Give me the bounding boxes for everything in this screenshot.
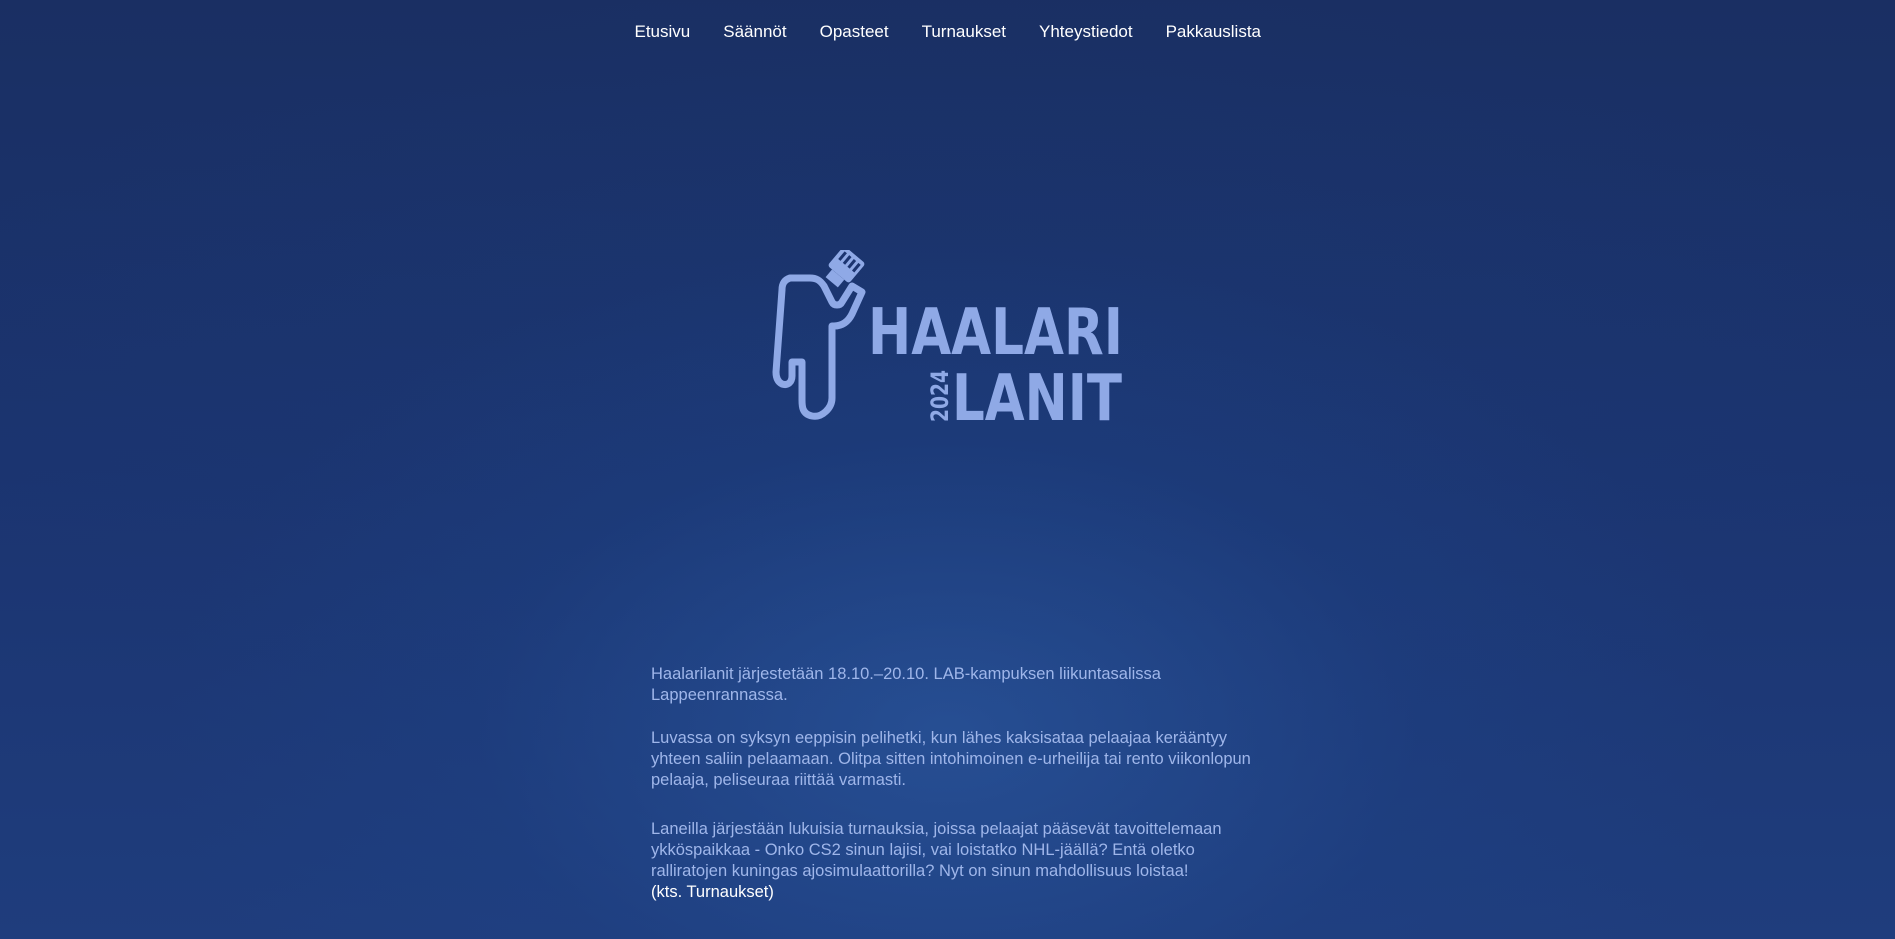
nav-link-yhteystiedot[interactable]: Yhteystiedot [1023, 21, 1150, 43]
tournaments-link[interactable]: (kts. Turnaukset) [651, 883, 774, 901]
nav-list: Etusivu Säännöt Opasteet Turnaukset Yhte… [618, 21, 1278, 43]
logo-year: 2024 [926, 370, 954, 422]
nav-item: Yhteystiedot [1023, 21, 1150, 43]
logo-wordmark: HAALARI LANIT 2024 [868, 296, 1123, 436]
nav-item: Säännöt [707, 21, 803, 43]
page: Etusivu Säännöt Opasteet Turnaukset Yhte… [0, 0, 1895, 939]
nav-item: Etusivu [618, 21, 707, 43]
nav-link-opasteet[interactable]: Opasteet [803, 21, 905, 43]
nav-link-pakkauslista[interactable]: Pakkauslista [1149, 21, 1277, 43]
intro-content: Haalarilanit järjestetään 18.10.–20.10. … [651, 664, 1251, 925]
haalarilanit-logo: HAALARI LANIT 2024 [772, 250, 1123, 436]
nav-item: Opasteet [803, 21, 905, 43]
nav-item: Turnaukset [905, 21, 1022, 43]
nav-link-turnaukset[interactable]: Turnaukset [905, 21, 1022, 43]
person-with-ethernet-cable-icon [772, 274, 866, 420]
intro-paragraph-dates: Haalarilanit järjestetään 18.10.–20.10. … [651, 665, 1161, 704]
logo-line-1: HAALARI [868, 296, 1123, 370]
intro-paragraph-description: Luvassa on syksyn eeppisin pelihetki, ku… [651, 729, 1251, 789]
nav-item: Pakkauslista [1149, 21, 1277, 43]
logo-line-2: LANIT [952, 362, 1122, 436]
nav-link-etusivu[interactable]: Etusivu [618, 21, 707, 43]
nav-link-saannot[interactable]: Säännöt [707, 21, 803, 43]
tournaments-text: Laneilla järjestään lukuisia turnauksia,… [651, 820, 1222, 880]
top-navigation: Etusivu Säännöt Opasteet Turnaukset Yhte… [0, 0, 1895, 64]
ethernet-plug-icon [825, 250, 865, 288]
intro-paragraph-tournaments: Laneilla järjestään lukuisia turnauksia,… [651, 819, 1251, 903]
